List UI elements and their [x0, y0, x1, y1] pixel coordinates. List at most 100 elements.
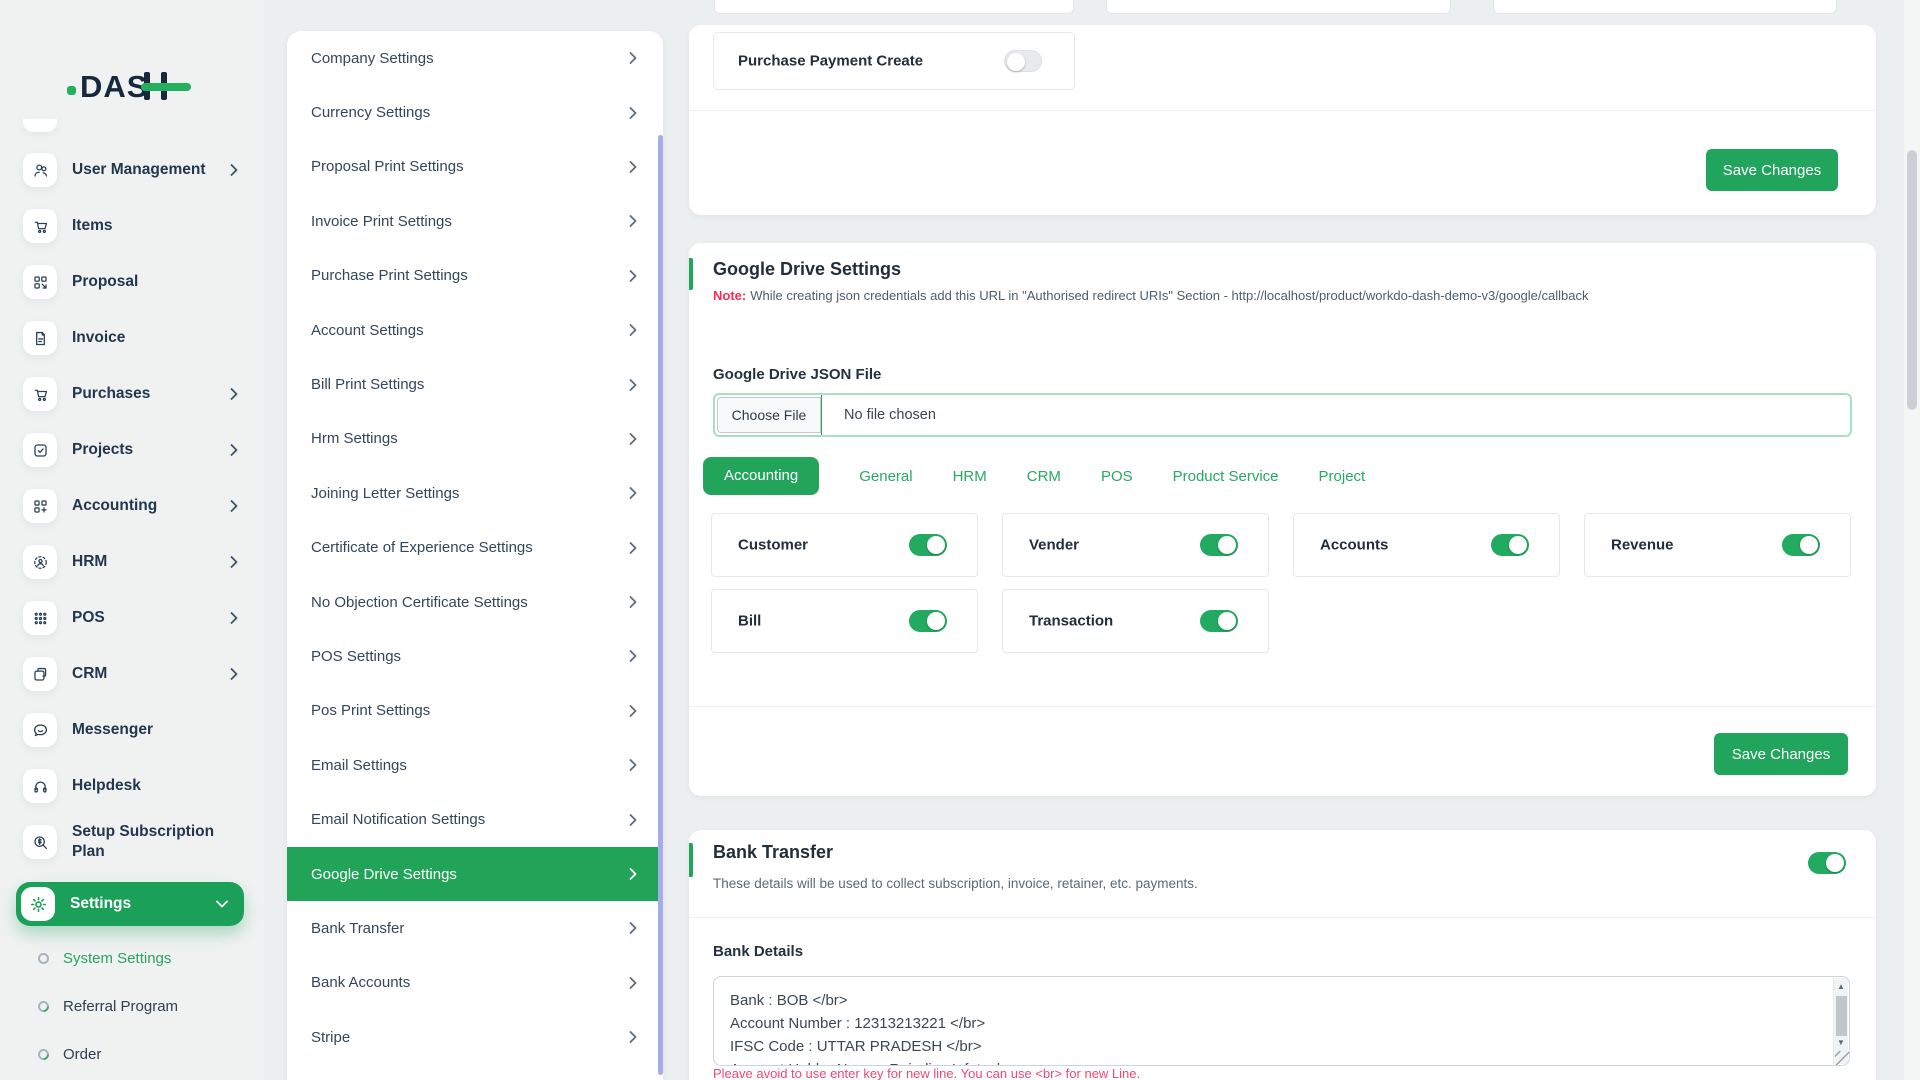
sidebar-subitem-referral-program[interactable]: Referral Program — [0, 982, 264, 1030]
settings-nav-item[interactable]: Invoice Print Settings — [287, 194, 663, 248]
sidebar-subitem-system-settings[interactable]: System Settings — [0, 934, 264, 982]
sidebar-item-crm[interactable]: CRM — [0, 646, 264, 702]
bank-details-textarea[interactable]: Bank : BOB </br> Account Number : 123132… — [713, 976, 1850, 1066]
menu-item-partial-tile — [23, 119, 57, 132]
settings-nav-item[interactable]: Purchase Print Settings — [287, 249, 663, 303]
green-accent-bar — [689, 843, 693, 877]
resize-grip-icon[interactable] — [1835, 1051, 1849, 1065]
settings-nav-item[interactable]: Currency Settings — [287, 85, 663, 139]
sidebar-item-accounting[interactable]: Accounting — [0, 478, 264, 534]
sidebar-item-helpdesk[interactable]: Helpdesk — [0, 758, 264, 814]
sidebar-item-messenger[interactable]: Messenger — [0, 702, 264, 758]
module-toggle-switch[interactable] — [1200, 534, 1238, 556]
page-scrollbar[interactable] — [1904, 0, 1920, 1080]
module-toggle-grid: Customer Vender Accounts Revenue Bill Tr… — [711, 513, 1853, 653]
module-tab[interactable]: Product Service — [1173, 468, 1279, 485]
settings-nav-item[interactable]: Email Settings — [287, 738, 663, 792]
bank-details-label: Bank Details — [713, 943, 804, 960]
settings-nav-item[interactable]: Google Drive Settings — [287, 846, 663, 902]
settings-nav-item[interactable]: No Objection Certificate Settings — [287, 575, 663, 629]
module-toggle-card: Bill — [711, 589, 978, 653]
module-toggle-switch[interactable] — [1200, 610, 1238, 632]
chat-icon — [23, 713, 57, 747]
module-tab[interactable]: CRM — [1027, 468, 1061, 485]
module-tab[interactable]: General — [859, 468, 912, 485]
sidebar-menu: User Management Items Proposal Invoice P… — [0, 142, 264, 1078]
logo-h-glyph — [141, 72, 191, 100]
sidebar-item-projects[interactable]: Projects — [0, 422, 264, 478]
scrollbar-thumb[interactable] — [1835, 996, 1847, 1036]
module-toggle-card: Accounts — [1293, 513, 1560, 577]
bullet-circle-icon — [35, 1046, 52, 1062]
google-drive-json-file-input[interactable]: Choose File No file chosen — [713, 393, 1852, 437]
purchase-payment-create-toggle[interactable] — [1004, 50, 1042, 72]
settings-nav-item[interactable]: Bill Print Settings — [287, 357, 663, 411]
dashed-circle-user-icon — [23, 545, 57, 579]
chevron-right-icon — [629, 704, 637, 717]
search-dollar-icon — [23, 825, 57, 859]
settings-nav-item[interactable]: Email Notification Settings — [287, 792, 663, 846]
brand-logo[interactable]: DAS — [67, 69, 267, 104]
chevron-right-icon — [629, 106, 637, 119]
settings-nav-item[interactable]: Bank Accounts — [287, 956, 663, 1010]
logo-dot-icon — [67, 86, 76, 95]
sidebar-item-hrm[interactable]: HRM — [0, 534, 264, 590]
sidebar-item-setup-subscription-plan[interactable]: Setup Subscription Plan — [0, 814, 264, 870]
json-file-label: Google Drive JSON File — [713, 366, 882, 383]
cutoff-input-1[interactable] — [714, 0, 1074, 14]
chevron-right-icon — [629, 433, 637, 445]
settings-nav-item[interactable]: Bank Transfer — [287, 901, 663, 955]
sidebar-item-proposal[interactable]: Proposal — [0, 254, 264, 310]
google-drive-note: Note: While creating json credentials add… — [713, 288, 1588, 303]
module-toggle-switch[interactable] — [909, 610, 947, 632]
settings-nav-item[interactable]: Stripe — [287, 1010, 663, 1064]
chevron-right-icon — [629, 324, 637, 337]
choose-file-button[interactable]: Choose File — [717, 397, 821, 433]
module-toggle-switch[interactable] — [1782, 534, 1820, 556]
green-accent-bar — [689, 258, 693, 290]
check-square-icon — [23, 433, 57, 467]
save-changes-button[interactable]: Save Changes — [1714, 733, 1848, 775]
settings-nav-item[interactable]: Certificate of Experience Settings — [287, 521, 663, 575]
divider — [689, 917, 1876, 918]
settings-panel-scrollbar[interactable] — [658, 135, 663, 1075]
settings-nav-item[interactable]: Proposal Print Settings — [287, 140, 663, 194]
chevron-right-icon — [629, 922, 637, 935]
page-scrollbar-thumb[interactable] — [1907, 150, 1917, 410]
module-tab[interactable]: HRM — [953, 468, 987, 485]
sidebar-item-settings[interactable]: Settings — [16, 882, 244, 926]
sidebar-item-items[interactable]: Items — [0, 198, 264, 254]
sidebar-item-purchases[interactable]: Purchases — [0, 366, 264, 422]
settings-nav-item[interactable]: POS Settings — [287, 629, 663, 683]
settings-sub-menu: System Settings Referral Program Order — [0, 934, 264, 1078]
google-drive-title: Google Drive Settings — [713, 259, 902, 279]
users-icon — [23, 153, 57, 187]
settings-nav-item[interactable]: Account Settings — [287, 303, 663, 357]
settings-nav-item[interactable]: Joining Letter Settings — [287, 466, 663, 520]
module-toggle-switch[interactable] — [909, 534, 947, 556]
sidebar-item-invoice[interactable]: Invoice — [0, 310, 264, 366]
scroll-down-icon[interactable]: ▼ — [1834, 1035, 1848, 1049]
chevron-right-icon — [230, 500, 238, 512]
cutoff-input-2[interactable] — [1106, 0, 1451, 14]
sidebar-item-pos[interactable]: POS — [0, 590, 264, 646]
module-tab[interactable]: Project — [1319, 468, 1366, 485]
settings-nav-item[interactable]: Pos Print Settings — [287, 684, 663, 738]
sidebar-subitem-order[interactable]: Order — [0, 1030, 264, 1078]
save-changes-button[interactable]: Save Changes — [1706, 149, 1838, 191]
bank-transfer-toggle[interactable] — [1808, 852, 1846, 874]
scroll-up-icon[interactable]: ▲ — [1834, 979, 1848, 993]
settings-nav-item[interactable]: Company Settings — [287, 31, 663, 85]
chevron-right-icon — [230, 164, 238, 176]
sidebar-item-user-management[interactable]: User Management — [0, 142, 264, 198]
settings-nav-item[interactable]: Hrm Settings — [287, 412, 663, 466]
module-tab[interactable]: Accounting — [703, 457, 820, 495]
module-toggle-switch[interactable] — [1491, 534, 1529, 556]
bank-transfer-subtitle: These details will be used to collect su… — [713, 876, 1198, 891]
module-toggle-card: Customer — [711, 513, 978, 577]
cutoff-input-3[interactable] — [1493, 0, 1837, 14]
chevron-right-icon — [230, 444, 238, 456]
cart-icon — [23, 209, 57, 243]
purchase-payment-create-box: Purchase Payment Create — [713, 32, 1075, 90]
module-tab[interactable]: POS — [1101, 468, 1133, 485]
